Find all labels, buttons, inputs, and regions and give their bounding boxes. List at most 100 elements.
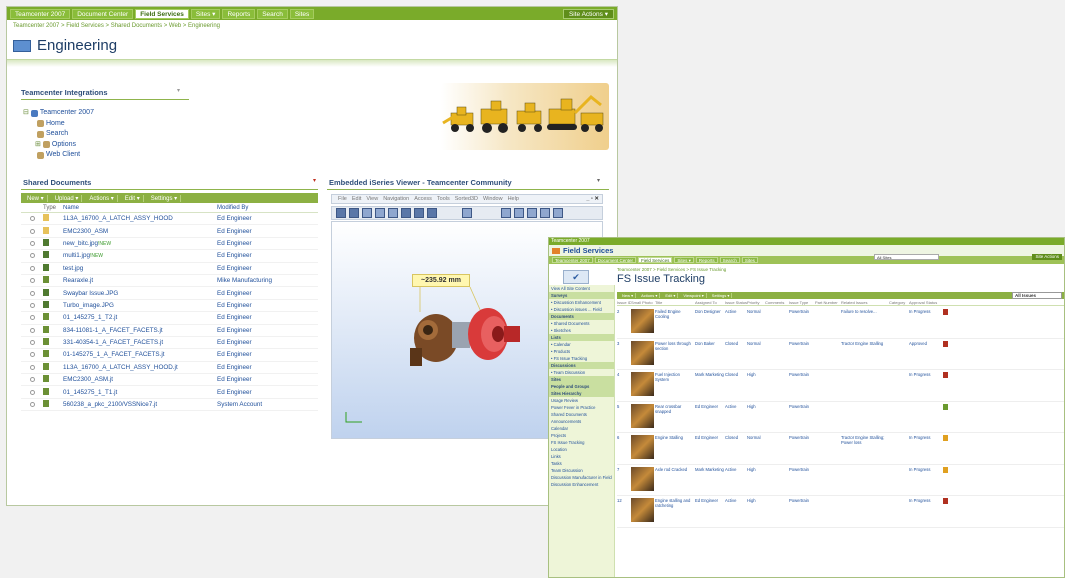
issue-approval[interactable]: In Progress bbox=[909, 498, 943, 503]
markup-icon[interactable] bbox=[527, 208, 537, 218]
window-controls[interactable]: _ ▫ ✕ bbox=[586, 196, 599, 202]
sidebar-item[interactable]: Shared Documents bbox=[549, 411, 614, 418]
sidebar-item[interactable]: • Sketches bbox=[549, 327, 614, 334]
row-select[interactable] bbox=[21, 340, 43, 346]
w2-nav-tab[interactable]: Reports bbox=[695, 257, 718, 263]
sidebar-item[interactable]: Links bbox=[549, 453, 614, 460]
view-selector[interactable]: All Issues bbox=[1012, 292, 1062, 299]
document-name[interactable]: Swaybar Issue.JPG bbox=[63, 290, 217, 297]
document-name-text[interactable]: EMC2300_ASM.jt bbox=[63, 376, 113, 383]
issue-status[interactable]: Closed bbox=[725, 372, 747, 377]
radio-button[interactable] bbox=[30, 278, 35, 284]
document-name[interactable]: test.jpg bbox=[63, 265, 217, 272]
row-select[interactable] bbox=[21, 216, 43, 222]
shared-docs-menu-icon[interactable]: ▾ bbox=[313, 177, 316, 184]
sidebar-item[interactable]: Team Discussion bbox=[549, 467, 614, 474]
w2-nav-tab[interactable]: Sites bbox=[741, 257, 758, 263]
sidebar-item[interactable]: • FS Issue Tracking bbox=[549, 355, 614, 362]
document-row[interactable]: 1L3A_16700_A_LATCH_ASSY_HOOD Ed Engineer bbox=[21, 213, 318, 226]
radio-button[interactable] bbox=[30, 315, 35, 321]
document-name-text[interactable]: Rearaxle.jt bbox=[63, 277, 93, 284]
section-icon[interactable] bbox=[514, 208, 524, 218]
issue-row[interactable]: 6 Engine Stalling Ed Engineer Closed Normal P… bbox=[617, 433, 1064, 465]
document-row[interactable]: EMC2300_ASM.jt Ed Engineer bbox=[21, 374, 318, 387]
document-name[interactable]: 1L3A_16700_A_LATCH_ASSY_HOOD.jt bbox=[63, 364, 217, 371]
document-row[interactable]: 1L3A_16700_A_LATCH_ASSY_HOOD.jt Ed Engine… bbox=[21, 362, 318, 375]
issue-id[interactable]: 5 bbox=[617, 404, 631, 409]
sidebar-item[interactable]: Calendar bbox=[549, 425, 614, 432]
document-row[interactable]: Swaybar Issue.JPG Ed Engineer bbox=[21, 287, 318, 300]
w2-column-header[interactable]: Issue ID bbox=[617, 300, 631, 305]
w2-column-header[interactable]: Priority bbox=[747, 300, 765, 305]
viewer-menu-item[interactable]: Window bbox=[483, 196, 503, 202]
settings-icon[interactable] bbox=[553, 208, 563, 218]
col-modified-by[interactable]: Modified By bbox=[217, 205, 248, 211]
issue-assigned[interactable]: Don Designer bbox=[695, 309, 725, 314]
sidebar-item[interactable]: View All Site Content bbox=[549, 285, 614, 292]
issue-assigned[interactable]: Ed Engineer bbox=[695, 498, 725, 503]
document-row[interactable]: 331-40354-1_A_FACET_FACETS.jt Ed Engineer bbox=[21, 337, 318, 350]
issue-photo[interactable] bbox=[631, 309, 654, 333]
modified-by[interactable]: Ed Engineer bbox=[217, 314, 252, 321]
document-name[interactable]: 331-40354-1_A_FACET_FACETS.jt bbox=[63, 339, 217, 346]
document-row[interactable]: multi1.jpg!NEW Ed Engineer bbox=[21, 250, 318, 263]
issue-type[interactable]: Powertrain bbox=[789, 435, 815, 440]
issue-issues[interactable]: Tractor Engine Stalling; Power loss bbox=[841, 435, 889, 445]
issue-id[interactable]: 2 bbox=[617, 309, 631, 314]
issue-photo[interactable] bbox=[631, 372, 654, 396]
issue-photo[interactable] bbox=[631, 340, 654, 365]
sidebar-item[interactable]: Discussion Manufacturer in Field bbox=[549, 474, 614, 481]
w2-site-actions-button[interactable]: Site Actions bbox=[1032, 254, 1062, 260]
modified-by[interactable]: Ed Engineer bbox=[217, 215, 252, 222]
issue-id[interactable]: 7 bbox=[617, 467, 631, 472]
issue-status[interactable]: Closed bbox=[725, 435, 747, 440]
viewer-menu-icon[interactable]: ▾ bbox=[597, 177, 600, 184]
radio-button[interactable] bbox=[30, 327, 35, 333]
issue-type[interactable]: Powertrain bbox=[789, 498, 815, 503]
sidebar-item[interactable]: • Discussion Enhancement bbox=[549, 299, 614, 306]
col-type[interactable]: Type bbox=[43, 205, 63, 211]
row-select[interactable] bbox=[21, 315, 43, 321]
modified-by[interactable]: Mike Manufacturing bbox=[217, 277, 272, 284]
issue-priority[interactable]: High bbox=[747, 404, 765, 409]
nav-tab[interactable]: Search bbox=[257, 8, 288, 19]
tree-node[interactable]: Home bbox=[23, 119, 94, 130]
toolbar-menu-button[interactable]: Upload ▾ bbox=[52, 194, 83, 202]
tree-node[interactable]: ⊟ Teamcenter 2007 bbox=[23, 108, 94, 119]
issue-photo[interactable] bbox=[631, 403, 654, 428]
document-name[interactable]: 01_145275_1_T1.jt bbox=[63, 389, 217, 396]
w2-column-header[interactable]: Category bbox=[889, 300, 909, 305]
document-name-text[interactable]: 01_145275_1_T1.jt bbox=[63, 389, 117, 396]
site-actions-button[interactable]: Site Actions ▾ bbox=[562, 9, 614, 19]
issue-row[interactable]: 7 Axle rod Cracked Mark Marketing Active Hig… bbox=[617, 465, 1064, 496]
sidebar-item[interactable]: Tasks bbox=[549, 460, 614, 467]
viewer-menu-item[interactable]: Navigation bbox=[383, 196, 409, 202]
pan-icon[interactable] bbox=[414, 208, 424, 218]
issue-type[interactable]: Powertrain bbox=[789, 341, 815, 346]
issue-title[interactable]: Engine stalling and ratcheting bbox=[655, 498, 695, 508]
issue-approval[interactable]: In Progress bbox=[909, 435, 943, 440]
nav-tab[interactable]: Reports bbox=[222, 8, 256, 19]
issue-title[interactable]: Fuel Injection System bbox=[655, 372, 695, 382]
row-select[interactable] bbox=[21, 402, 43, 408]
document-name[interactable]: 834-11081-1_A_FACET_FACETS.jt bbox=[63, 327, 217, 334]
issue-row[interactable]: 5 Rear crossbar snapped Ed Engineer Active H… bbox=[617, 402, 1064, 433]
w2-column-header[interactable]: Issue Type bbox=[789, 300, 815, 305]
modified-by[interactable]: Ed Engineer bbox=[217, 290, 252, 297]
document-row[interactable]: 560238_a_pkc_2100/VSSNice7.jt System Acco… bbox=[21, 399, 318, 412]
radio-button[interactable] bbox=[30, 216, 35, 222]
modified-by[interactable]: Ed Engineer bbox=[217, 252, 252, 259]
sidebar-item[interactable]: • Team Discussion bbox=[549, 369, 614, 376]
nav-tab[interactable]: Teamcenter 2007 bbox=[10, 8, 71, 19]
issue-title[interactable]: Axle rod Cracked bbox=[655, 467, 695, 472]
prev-frame-icon[interactable] bbox=[349, 208, 359, 218]
document-name-text[interactable]: 331-40354-1_A_FACET_FACETS.jt bbox=[63, 339, 163, 346]
document-row[interactable]: EMC2300_ASM Ed Engineer bbox=[21, 225, 318, 238]
sidebar-item[interactable]: • Calendar bbox=[549, 341, 614, 348]
issue-title[interactable]: Failed Engine Cooling bbox=[655, 309, 695, 319]
document-name[interactable]: multi1.jpg!NEW bbox=[63, 252, 217, 259]
viewer-menu-item[interactable]: File bbox=[338, 196, 347, 202]
issue-approval[interactable]: In Progress bbox=[909, 309, 943, 314]
row-select[interactable] bbox=[21, 290, 43, 296]
issue-assigned[interactable]: Ed Engineer bbox=[695, 435, 725, 440]
